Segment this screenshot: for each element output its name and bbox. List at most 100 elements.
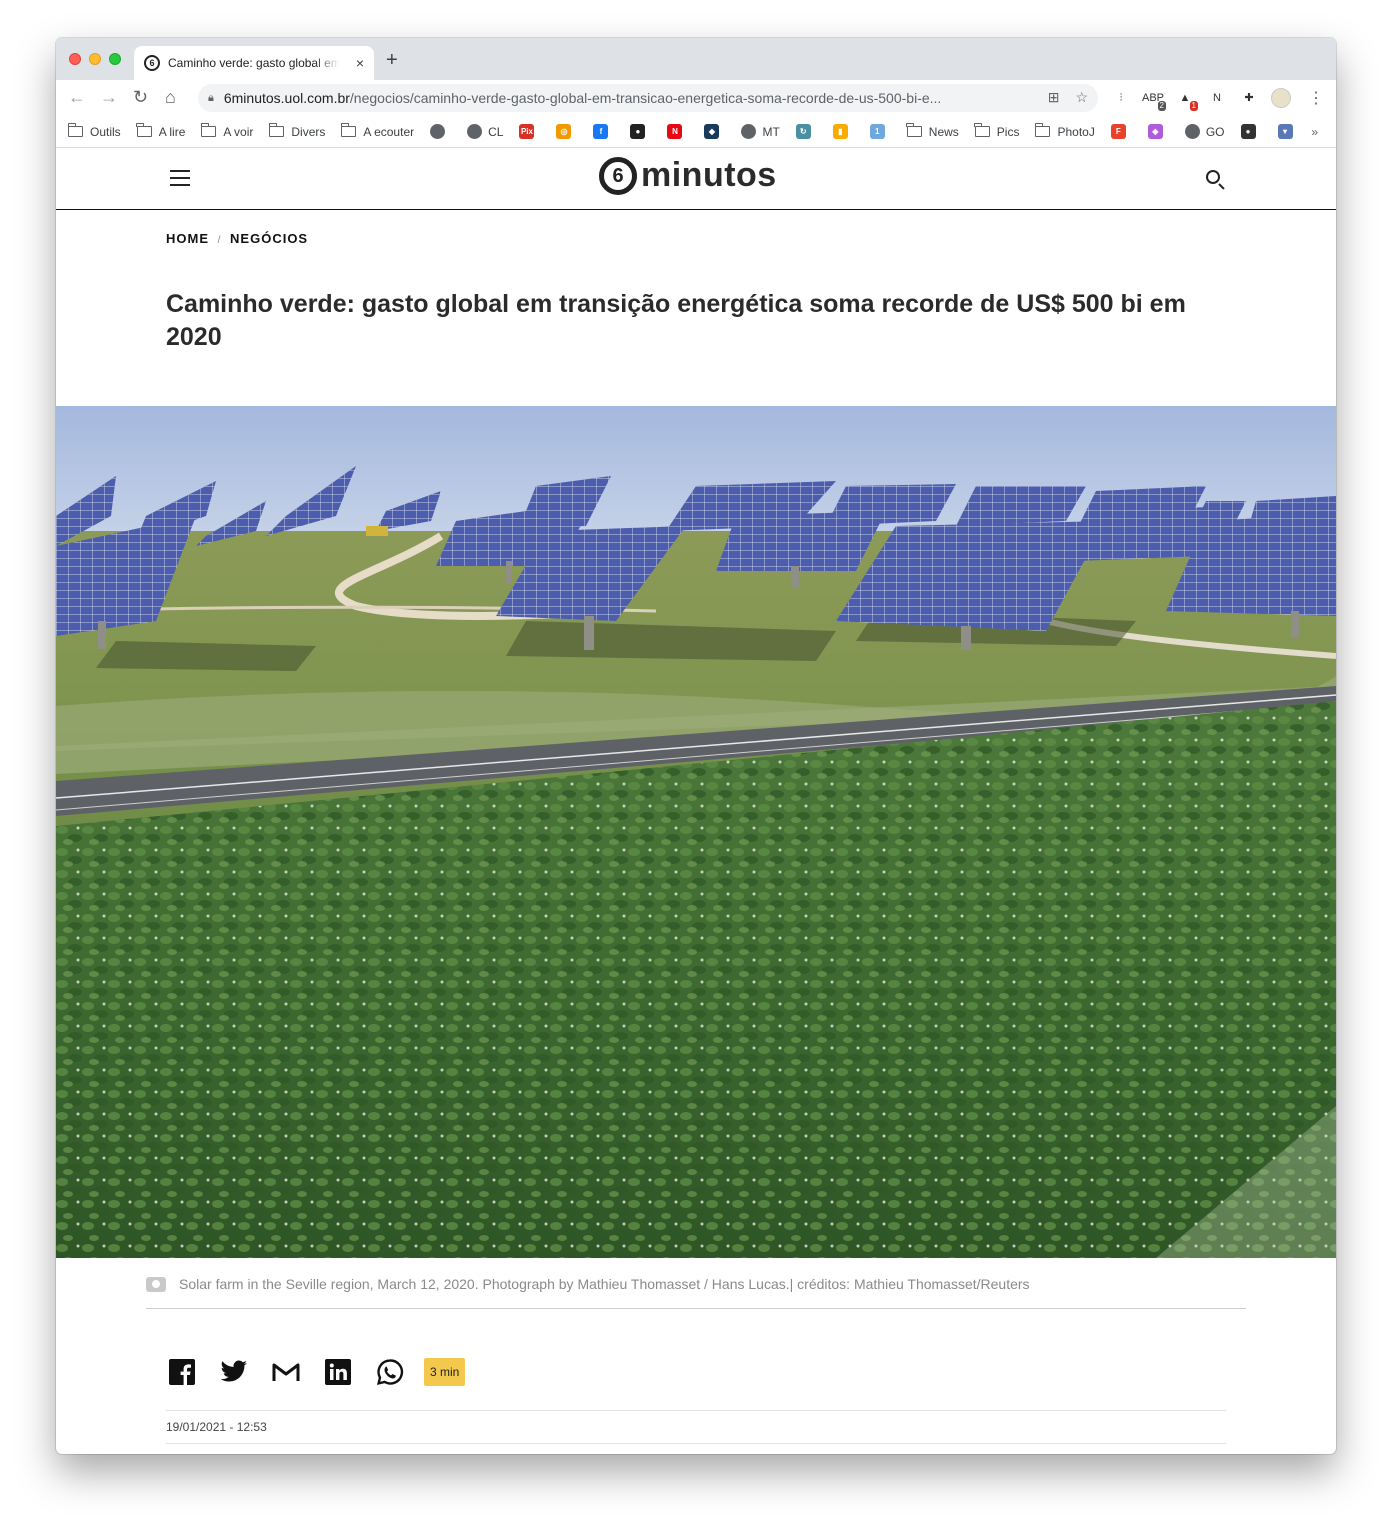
bookmark-item[interactable]: N: [667, 124, 688, 139]
bookmark-item[interactable]: CL: [467, 124, 503, 139]
zoom-window-button[interactable]: [109, 53, 121, 65]
breadcrumb-separator: /: [217, 235, 222, 246]
extension-badge: 2: [1157, 101, 1166, 111]
bookmark-item[interactable]: 1: [869, 124, 891, 139]
bookmark-folder[interactable]: A voir: [200, 123, 254, 139]
folder-icon: [906, 123, 922, 137]
favicon-icon: ◈: [1147, 124, 1163, 139]
globe-icon: [467, 124, 483, 139]
favicon-icon: N: [667, 124, 683, 139]
bookmark-folder[interactable]: Divers: [268, 123, 326, 139]
search-icon[interactable]: [1206, 170, 1220, 184]
favicon-icon: ◆: [704, 124, 720, 139]
menu-kebab-icon[interactable]: ⋮: [1308, 88, 1324, 108]
translate-icon[interactable]: ⊞: [1048, 89, 1060, 106]
bookmark-label: CL: [488, 124, 504, 139]
breadcrumb-section[interactable]: NEGÓCIOS: [230, 231, 308, 246]
close-tab-icon[interactable]: ×: [356, 55, 364, 71]
active-tab[interactable]: 6 Caminho verde: gasto global em transiç…: [134, 46, 374, 80]
bookmark-label: A ecouter: [363, 124, 415, 139]
reload-icon[interactable]: ↻: [133, 87, 148, 108]
breadcrumb: HOME / NEGÓCIOS: [166, 231, 308, 246]
forward-arrow-icon[interactable]: →: [100, 87, 118, 108]
address-bar[interactable]: 🔒︎ 6minutos.uol.com.br/negocios/caminho-…: [198, 84, 1098, 112]
bookmark-label: GO: [1205, 124, 1225, 139]
bookmark-item[interactable]: ◎: [556, 124, 577, 139]
favicon-icon: Pix: [519, 124, 535, 139]
bookmark-label: A voir: [223, 124, 254, 139]
share-bar: 3 min: [168, 1358, 466, 1386]
folder-icon: [1034, 123, 1051, 137]
url-text[interactable]: 6minutos.uol.com.br/negocios/caminho-ver…: [224, 90, 1024, 106]
bookmark-star-icon[interactable]: ☆: [1075, 89, 1088, 106]
linkedin-share-icon[interactable]: [324, 1358, 352, 1386]
bookmark-item[interactable]: ▾: [1277, 124, 1299, 139]
bookmark-folder[interactable]: A lire: [136, 123, 185, 139]
extensions-area: ⫶ ABP 2 ▲ 1 N ✚: [1110, 88, 1260, 111]
gmail-share-icon[interactable]: [272, 1358, 300, 1386]
breadcrumb-home[interactable]: HOME: [166, 231, 209, 246]
hamburger-menu-icon[interactable]: [170, 170, 190, 186]
new-tab-button[interactable]: +: [386, 49, 398, 72]
bookmark-folder[interactable]: Outils: [67, 123, 121, 139]
back-arrow-icon[interactable]: ←: [68, 87, 86, 108]
bookmark-item[interactable]: GO: [1184, 124, 1225, 139]
home-icon[interactable]: ⌂: [165, 87, 176, 108]
bookmark-item[interactable]: ▮: [832, 124, 854, 139]
puzzle-icon[interactable]: ✚: [1238, 88, 1260, 108]
bookmark-folder[interactable]: A ecouter: [340, 123, 415, 139]
bookmark-label: Divers: [291, 124, 326, 139]
bookmark-folder[interactable]: News: [906, 123, 959, 139]
tab-strip: 6 Caminho verde: gasto global em transiç…: [56, 38, 1336, 80]
site-logo[interactable]: 6 minutos: [599, 156, 777, 195]
close-window-button[interactable]: [69, 53, 81, 65]
publish-date-row: 19/01/2021 - 12:53: [166, 1410, 1226, 1444]
caption-text: Solar farm in the Seville region, March …: [179, 1276, 1030, 1292]
favicon-icon: F: [1110, 124, 1126, 139]
bookmark-folder[interactable]: PhotoJ: [1034, 123, 1095, 139]
bookmark-item[interactable]: ◆: [704, 124, 725, 139]
article-headline: Caminho verde: gasto global em transição…: [166, 290, 1186, 351]
bookmark-item[interactable]: MT: [741, 124, 780, 139]
notion-icon[interactable]: N: [1206, 88, 1228, 108]
bell-icon[interactable]: ▲ 1: [1174, 88, 1198, 111]
bookmark-label: PhotoJ: [1057, 124, 1095, 139]
bookmark-item[interactable]: ◈: [1147, 124, 1169, 139]
favicon-icon: ▮: [832, 124, 848, 139]
bookmark-label: MT: [762, 124, 780, 139]
globe-icon: [430, 124, 446, 139]
bookmark-item[interactable]: ●: [630, 124, 651, 139]
folder-icon: [136, 123, 152, 137]
extension-glyph: ✚: [1244, 92, 1254, 104]
bookmarks-overflow-icon[interactable]: »: [1311, 125, 1318, 139]
bookmark-label: News: [928, 124, 959, 139]
favicon-icon: ●: [1240, 124, 1256, 139]
bookmark-item[interactable]: [430, 124, 451, 139]
folder-icon: [974, 123, 990, 137]
bookmark-item[interactable]: Pix: [519, 124, 540, 139]
bookmark-item[interactable]: ●: [1240, 124, 1262, 139]
url-path: /negocios/caminho-verde-gasto-global-em-…: [349, 90, 942, 106]
bars-icon[interactable]: ⫶: [1110, 88, 1132, 108]
profile-avatar[interactable]: [1271, 88, 1291, 108]
publish-date: 19/01/2021 - 12:53: [166, 1420, 267, 1434]
adblock-icon[interactable]: ABP 2: [1142, 88, 1166, 111]
logo-word: minutos: [641, 156, 777, 194]
minimize-window-button[interactable]: [89, 53, 101, 65]
bookmark-item[interactable]: F: [1110, 124, 1132, 139]
bookmark-item[interactable]: f: [593, 124, 614, 139]
globe-icon: [1184, 124, 1200, 139]
bookmark-folder[interactable]: Pics: [974, 123, 1019, 139]
browser-window: 6 Caminho verde: gasto global em transiç…: [56, 38, 1336, 1454]
facebook-share-icon[interactable]: [168, 1358, 196, 1386]
folder-icon: [67, 123, 83, 137]
hero-image: [56, 406, 1336, 1258]
site-favicon-icon: 6: [144, 55, 160, 71]
twitter-share-icon[interactable]: [220, 1358, 248, 1386]
bookmark-item[interactable]: ↻: [795, 124, 817, 139]
whatsapp-share-icon[interactable]: [376, 1358, 404, 1386]
globe-icon: [741, 124, 757, 139]
folder-icon: [268, 123, 285, 137]
browser-toolbar: ← → ↻ ⌂ 🔒︎ 6minutos.uol.com.br/negocios/…: [56, 80, 1336, 116]
folder-icon: [200, 123, 217, 137]
